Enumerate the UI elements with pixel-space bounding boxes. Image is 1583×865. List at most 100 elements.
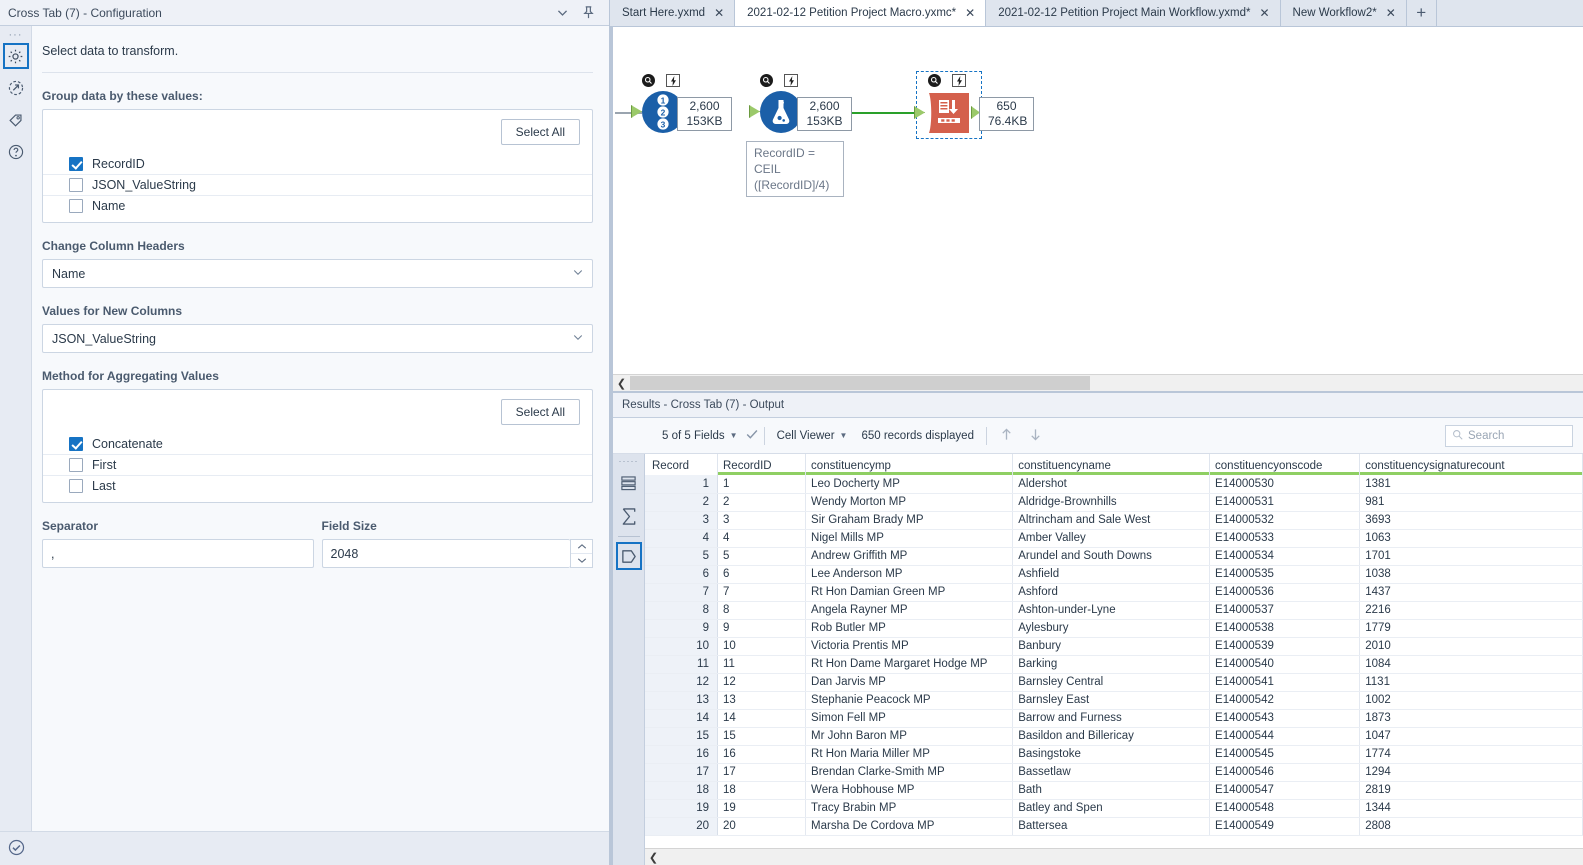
check-icon[interactable] bbox=[745, 427, 759, 444]
table-cell[interactable]: 3693 bbox=[1360, 511, 1583, 529]
row-number-cell[interactable]: 2 bbox=[645, 493, 718, 511]
table-cell[interactable]: E14000546 bbox=[1210, 763, 1360, 781]
row-number-cell[interactable]: 7 bbox=[645, 583, 718, 601]
table-cell[interactable]: 2808 bbox=[1360, 817, 1583, 835]
table-cell[interactable]: 19 bbox=[718, 799, 806, 817]
table-cell[interactable]: 2010 bbox=[1360, 637, 1583, 655]
magnifier-badge-icon[interactable] bbox=[928, 74, 941, 87]
list-item[interactable]: Last bbox=[43, 476, 592, 496]
table-cell[interactable]: Tracy Brabin MP bbox=[806, 799, 1013, 817]
row-number-cell[interactable]: 13 bbox=[645, 691, 718, 709]
table-cell[interactable]: 12 bbox=[718, 673, 806, 691]
table-cell[interactable]: Nigel Mills MP bbox=[806, 529, 1013, 547]
table-cell[interactable]: E14000543 bbox=[1210, 709, 1360, 727]
table-cell[interactable]: Battersea bbox=[1013, 817, 1210, 835]
help-circle-icon[interactable] bbox=[3, 139, 29, 165]
column-header-constituencyonscode[interactable]: constituencyonscode bbox=[1210, 454, 1360, 475]
aggregate-select-all-button[interactable]: Select All bbox=[501, 399, 580, 425]
table-cell[interactable]: 1063 bbox=[1360, 529, 1583, 547]
checkbox-json-valuestring[interactable] bbox=[69, 178, 83, 192]
table-row[interactable]: 1010Victoria Prentis MPBanburyE140005392… bbox=[645, 637, 1583, 655]
row-number-cell[interactable]: 12 bbox=[645, 673, 718, 691]
records-list-icon[interactable] bbox=[616, 470, 642, 498]
row-number-cell[interactable]: 17 bbox=[645, 763, 718, 781]
table-cell[interactable]: 1047 bbox=[1360, 727, 1583, 745]
table-cell[interactable]: Stephanie Peacock MP bbox=[806, 691, 1013, 709]
table-row[interactable]: 99Rob Butler MPAylesburyE140005381779 bbox=[645, 619, 1583, 637]
table-cell[interactable]: Arundel and South Downs bbox=[1013, 547, 1210, 565]
table-row[interactable]: 1111Rt Hon Dame Margaret Hodge MPBarking… bbox=[645, 655, 1583, 673]
table-cell[interactable]: E14000531 bbox=[1210, 493, 1360, 511]
table-cell[interactable]: 1437 bbox=[1360, 583, 1583, 601]
table-row[interactable]: 66Lee Anderson MPAshfieldE140005351038 bbox=[645, 565, 1583, 583]
spinner-down-icon[interactable] bbox=[571, 554, 592, 567]
table-cell[interactable]: Brendan Clarke-Smith MP bbox=[806, 763, 1013, 781]
table-cell[interactable]: Wendy Morton MP bbox=[806, 493, 1013, 511]
table-cell[interactable]: E14000549 bbox=[1210, 817, 1360, 835]
table-cell[interactable]: 1873 bbox=[1360, 709, 1583, 727]
table-cell[interactable]: Amber Valley bbox=[1013, 529, 1210, 547]
table-row[interactable]: 1717Brendan Clarke-Smith MPBassetlawE140… bbox=[645, 763, 1583, 781]
table-cell[interactable]: E14000544 bbox=[1210, 727, 1360, 745]
table-row[interactable]: 1212Dan Jarvis MPBarnsley CentralE140005… bbox=[645, 673, 1583, 691]
table-cell[interactable]: 1038 bbox=[1360, 565, 1583, 583]
lightning-badge-icon[interactable] bbox=[666, 74, 680, 87]
table-row[interactable]: 11Leo Docherty MPAldershotE140005301381 bbox=[645, 475, 1583, 493]
table-cell[interactable]: 10 bbox=[718, 637, 806, 655]
table-cell[interactable]: E14000532 bbox=[1210, 511, 1360, 529]
row-number-cell[interactable]: 1 bbox=[645, 475, 718, 493]
close-icon[interactable]: ✕ bbox=[965, 6, 975, 20]
table-cell[interactable]: Ashton-under-Lyne bbox=[1013, 601, 1210, 619]
canvas-horizontal-scrollbar[interactable]: ❮ bbox=[613, 374, 1583, 391]
scrollbar-thumb[interactable] bbox=[630, 376, 1090, 390]
column-header-constituencyname[interactable]: constituencyname bbox=[1013, 454, 1210, 475]
table-cell[interactable]: E14000534 bbox=[1210, 547, 1360, 565]
search-input[interactable]: Search bbox=[1445, 425, 1573, 447]
table-cell[interactable]: Aldershot bbox=[1013, 475, 1210, 493]
fields-selector[interactable]: 5 of 5 Fields ▼ bbox=[655, 430, 745, 442]
table-cell[interactable]: Marsha De Cordova MP bbox=[806, 817, 1013, 835]
table-row[interactable]: 77Rt Hon Damian Green MPAshfordE14000536… bbox=[645, 583, 1583, 601]
list-item[interactable]: Name bbox=[43, 196, 592, 216]
table-cell[interactable]: Barrow and Furness bbox=[1013, 709, 1210, 727]
table-cell[interactable]: 13 bbox=[718, 691, 806, 709]
magnifier-badge-icon[interactable] bbox=[642, 74, 655, 87]
table-row[interactable]: 55Andrew Griffith MPArundel and South Do… bbox=[645, 547, 1583, 565]
table-cell[interactable]: Rt Hon Damian Green MP bbox=[806, 583, 1013, 601]
table-row[interactable]: 44Nigel Mills MPAmber ValleyE14000533106… bbox=[645, 529, 1583, 547]
table-row[interactable]: 1919Tracy Brabin MPBatley and SpenE14000… bbox=[645, 799, 1583, 817]
table-cell[interactable]: Ashford bbox=[1013, 583, 1210, 601]
table-cell[interactable]: E14000548 bbox=[1210, 799, 1360, 817]
table-cell[interactable]: E14000533 bbox=[1210, 529, 1360, 547]
row-number-cell[interactable]: 16 bbox=[645, 745, 718, 763]
table-cell[interactable]: Barnsley East bbox=[1013, 691, 1210, 709]
table-cell[interactable]: 1294 bbox=[1360, 763, 1583, 781]
table-cell[interactable]: Bath bbox=[1013, 781, 1210, 799]
table-cell[interactable]: 14 bbox=[718, 709, 806, 727]
table-cell[interactable]: 3 bbox=[718, 511, 806, 529]
table-cell[interactable]: Altrincham and Sale West bbox=[1013, 511, 1210, 529]
table-cell[interactable]: 16 bbox=[718, 745, 806, 763]
check-circle-icon[interactable] bbox=[7, 838, 26, 860]
table-cell[interactable]: E14000530 bbox=[1210, 475, 1360, 493]
table-cell[interactable]: E14000547 bbox=[1210, 781, 1360, 799]
table-cell[interactable]: Mr John Baron MP bbox=[806, 727, 1013, 745]
table-cell[interactable]: Basingstoke bbox=[1013, 745, 1210, 763]
lightning-badge-icon[interactable] bbox=[952, 74, 966, 87]
table-cell[interactable]: Barnsley Central bbox=[1013, 673, 1210, 691]
pin-icon[interactable] bbox=[575, 1, 601, 25]
group-select-all-button[interactable]: Select All bbox=[501, 119, 580, 145]
table-cell[interactable]: Victoria Prentis MP bbox=[806, 637, 1013, 655]
table-cell[interactable]: 2 bbox=[718, 493, 806, 511]
list-item[interactable]: JSON_ValueString bbox=[43, 175, 592, 196]
table-row[interactable]: 1515Mr John Baron MPBasildon and Billeri… bbox=[645, 727, 1583, 745]
table-cell[interactable]: 17 bbox=[718, 763, 806, 781]
arrow-circle-icon[interactable] bbox=[3, 75, 29, 101]
checkbox-concatenate[interactable] bbox=[69, 437, 83, 451]
close-icon[interactable]: ✕ bbox=[714, 6, 724, 20]
list-item[interactable]: RecordID bbox=[43, 154, 592, 175]
list-item[interactable]: Concatenate bbox=[43, 434, 592, 455]
table-cell[interactable]: E14000535 bbox=[1210, 565, 1360, 583]
table-row[interactable]: 1313Stephanie Peacock MPBarnsley EastE14… bbox=[645, 691, 1583, 709]
row-number-cell[interactable]: 15 bbox=[645, 727, 718, 745]
